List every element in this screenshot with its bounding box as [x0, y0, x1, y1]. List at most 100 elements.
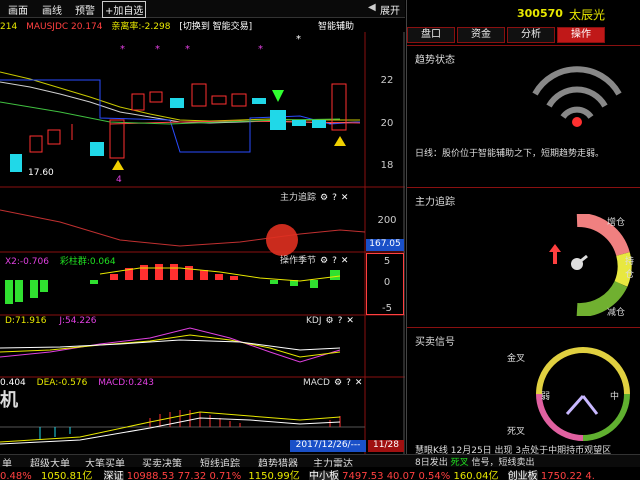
help-icon[interactable]: ? [332, 256, 337, 266]
gauge-label-decrease: 减仓 [607, 308, 626, 318]
signal-bars [5, 264, 340, 304]
market-ticker: 0.48% 1050.81亿 深证 10988.53 77.32 0.71% 1… [0, 467, 640, 480]
ticker-2: 1050.81亿 [40, 471, 93, 480]
low-price-label: 17.60 [28, 168, 54, 178]
close-icon[interactable]: ✕ [355, 378, 363, 388]
ticker-5: 77.32 [177, 471, 207, 480]
tab-zijin[interactable]: 资金 [457, 27, 505, 43]
ticker-15: 4. [585, 471, 595, 480]
draw-screen-button[interactable]: 画面 [8, 2, 28, 17]
jiaoyi-series-value: 彩柱群:0.064 [59, 257, 116, 267]
axis-date-right: 11/28 [368, 440, 404, 452]
kdj-j-value: J:54.226 [59, 316, 97, 326]
stock-header: 300570 太辰光 [407, 0, 640, 26]
macd-panel-header: MACD ⚙? ✕ [303, 378, 362, 388]
price-tick-18: 18 [380, 160, 394, 171]
cursor-date-label: 2017/12/26/--- [290, 440, 366, 452]
add-favorite-button[interactable]: +加自选 [102, 1, 147, 18]
collapse-arrow-icon[interactable]: ◀ [368, 2, 376, 13]
stock-code: 300570 [517, 7, 563, 20]
macd-overlay-text: 机 [0, 390, 18, 411]
close-icon[interactable]: ✕ [341, 256, 349, 266]
macd-dea-value: DEA:-0.576 [36, 378, 88, 388]
ticker-6: 0.71% [209, 471, 242, 480]
svg-text:*: * [155, 44, 160, 55]
settings-gear-icon[interactable]: ⚙ [334, 378, 342, 388]
bottom-tab-bar: 单 超级大单 大笔买单 买卖决策 短线追踪 趋势猎器 主力雷达 [0, 454, 640, 470]
svg-text:*: * [185, 44, 190, 55]
kdj-d-value: D:71.916 [5, 316, 47, 326]
macd-panel-title: MACD [303, 378, 330, 388]
close-icon[interactable]: ✕ [341, 193, 349, 203]
settings-gear-icon[interactable]: ⚙ [326, 316, 334, 326]
ticker-3: 深证 [103, 471, 124, 480]
ticker-1: 0.48% [0, 471, 32, 480]
kdj-legend: D:71.916 J:54.226 [5, 316, 97, 326]
expand-button[interactable]: 展开 [380, 2, 400, 17]
ticker-9: 7497.53 [342, 471, 384, 480]
ticker-4: 10988.53 [126, 471, 175, 480]
gauge-label-increase: 增仓 [607, 218, 626, 228]
ticker-11: 0.54% [418, 471, 451, 480]
chart-toolbar: 画面 画线 预警 +加自选 ◀ 展开 [0, 0, 405, 18]
signal-date: 8日发出 [415, 458, 448, 468]
zhuli-panel-title: 主力追踪 [280, 193, 317, 203]
smart-assist-label: 智能辅助 [318, 22, 355, 32]
indicator-legend: 214 MAUSJDC 20.174 亲离率:-2.298 [切换到 智能交易]… [0, 19, 365, 32]
stock-chart-canvas[interactable]: * * * * * 4 [0, 32, 405, 454]
macd-legend: 0.404 DEA:-0.576 MACD:0.243 [0, 378, 154, 388]
gauge-label-hold: 持仓 [625, 257, 635, 280]
jiaoyi-legend: X2:-0.706 彩柱群:0.064 [5, 254, 116, 267]
tab-fenxi[interactable]: 分析 [507, 27, 555, 43]
jiaoyi-panel-title: 操作季节 [280, 256, 317, 266]
tab-pankou[interactable]: 盘口 [407, 27, 455, 43]
svg-text:*: * [258, 44, 263, 55]
kdj-panel-header: KDJ ⚙? ✕ [306, 316, 354, 326]
jiaoyi-panel-header: 操作季节 ⚙? ✕ [280, 253, 348, 266]
ticker-10: 40.07 [386, 471, 416, 480]
trend-description: 日线：股价位于智能辅助之下，短期趋势走弱。 [415, 149, 605, 159]
signal-title: 买卖信号 [415, 337, 455, 348]
panel-tabs: 盘口 资金 分析 操作 [407, 27, 640, 44]
help-icon[interactable]: ? [338, 316, 343, 326]
ticker-14: 1750.22 [540, 471, 583, 480]
svg-text:4: 4 [116, 175, 122, 185]
dial-label-mid: 中 [610, 392, 620, 402]
zhuli-current-value: 167.05 [366, 239, 404, 251]
switch-smart-trade-link[interactable]: [切换到 智能交易] [179, 22, 252, 32]
wifi-signal-icon [532, 66, 622, 127]
draw-line-button[interactable]: 画线 [42, 2, 62, 17]
right-info-panel: 300570 太辰光 盘口 资金 分析 操作 趋势状态 日线：股价位于智能辅助之… [406, 0, 640, 468]
signal-line-2: 8日发出 死叉 信号，短线卖出 [415, 455, 535, 468]
tab-caozuo[interactable]: 操作 [557, 27, 605, 43]
kdj-panel-title: KDJ [306, 316, 322, 326]
zhuli-title: 主力追踪 [415, 197, 455, 208]
jiaoyi-axis-0: 0 [383, 277, 391, 288]
trend-title: 趋势状态 [415, 55, 455, 66]
settings-gear-icon[interactable]: ⚙ [320, 193, 328, 203]
jiaoyi-x2-value: X2:-0.706 [5, 257, 49, 267]
price-tick-20: 20 [380, 118, 394, 129]
dial-label-golden-cross: 金叉 [507, 354, 526, 364]
jiaoyi-axis-neg5: -5 [382, 303, 392, 314]
indicator-value-a: 214 [0, 22, 18, 32]
svg-text:*: * [296, 34, 301, 45]
ticker-8: 中小板 [308, 471, 339, 480]
dial-label-death-cross: 死叉 [507, 427, 526, 437]
signal-action: 信号，短线卖出 [471, 458, 535, 468]
settings-gear-icon[interactable]: ⚙ [320, 256, 328, 266]
alert-button[interactable]: 预警 [75, 2, 95, 17]
dial-label-weak: 弱 [541, 392, 551, 402]
close-icon[interactable]: ✕ [346, 316, 354, 326]
svg-text:*: * [120, 44, 125, 55]
indicator-value-b: MAUSJDC 20.174 [26, 22, 103, 32]
up-arrow-icon [549, 244, 561, 264]
candlesticks [10, 83, 347, 172]
stock-name: 太辰光 [569, 8, 606, 22]
help-icon[interactable]: ? [346, 378, 351, 388]
ticker-7: 1150.99亿 [248, 471, 300, 480]
ticker-13: 创业板 [507, 471, 538, 480]
jiaoyi-axis-5: 5 [383, 256, 391, 267]
help-icon[interactable]: ? [332, 193, 337, 203]
zhuli-panel-header: 主力追踪 ⚙? ✕ [280, 190, 348, 203]
